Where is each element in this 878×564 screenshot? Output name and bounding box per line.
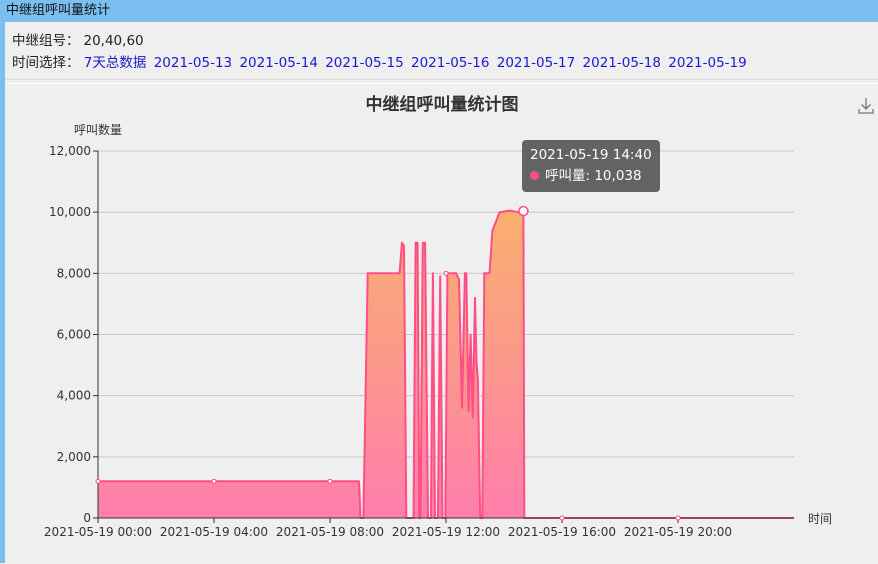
- tooltip-time: 2021-05-19 14:40: [530, 147, 652, 163]
- data-point: [675, 515, 681, 521]
- series-dot-icon: [530, 171, 539, 180]
- group-label: 中继组号：: [12, 33, 80, 49]
- chart-title: 中继组呼叫量统计图: [366, 94, 519, 115]
- time-row: 时间选择： 7天总数据 2021-05-13 2021-05-14 2021-0…: [12, 52, 750, 74]
- x-tick-label: 2021-05-19 16:00: [508, 525, 616, 539]
- tooltip-value-row: 呼叫量: 10,038: [530, 166, 652, 187]
- x-tick-label: 2021-05-19 00:00: [44, 525, 152, 539]
- data-point: [559, 515, 565, 521]
- chart-container: 中继组呼叫量统计图 呼叫数量 时间 0 2,000 4,000 6,000 8,000 1…: [6, 83, 878, 564]
- chart-tooltip: 2021-05-19 14:40 呼叫量: 10,038: [522, 140, 660, 192]
- y-tick-label: 4,000: [57, 389, 91, 403]
- time-link-0517[interactable]: 2021-05-17: [497, 55, 575, 71]
- x-tick-label: 2021-05-19 20:00: [624, 525, 732, 539]
- series-line: [98, 209, 794, 519]
- time-link-0518[interactable]: 2021-05-18: [583, 55, 661, 71]
- divider: [5, 79, 878, 80]
- x-tick-label: 2021-05-19 04:00: [160, 525, 268, 539]
- group-row: 中继组号： 20,40,60: [12, 30, 750, 52]
- x-axis-label: 时间: [808, 512, 832, 526]
- hover-point: [518, 205, 529, 217]
- time-link-0514[interactable]: 2021-05-14: [239, 55, 317, 71]
- time-link-0513[interactable]: 2021-05-13: [154, 55, 232, 71]
- data-point: [95, 478, 101, 484]
- info-panel: 中继组号： 20,40,60 时间选择： 7天总数据 2021-05-13 202…: [12, 30, 750, 74]
- time-link-0519[interactable]: 2021-05-19: [668, 55, 746, 71]
- time-label: 时间选择：: [12, 55, 80, 71]
- y-tick-label: 0: [83, 511, 91, 525]
- y-tick-label: 2,000: [57, 450, 91, 464]
- time-link-7days[interactable]: 7天总数据: [84, 55, 147, 71]
- download-icon[interactable]: [858, 98, 874, 114]
- x-tick-label: 2021-05-19 08:00: [276, 525, 384, 539]
- x-tick-label: 2021-05-19 12:00: [392, 525, 500, 539]
- y-tick-label: 10,000: [49, 205, 91, 219]
- group-value: 20,40,60: [83, 33, 144, 49]
- y-tick-label: 8,000: [57, 266, 91, 280]
- tooltip-series: 呼叫量: [545, 168, 586, 184]
- time-link-0516[interactable]: 2021-05-16: [411, 55, 489, 71]
- y-axis-label: 呼叫数量: [74, 122, 122, 137]
- data-point: [211, 478, 217, 484]
- y-tick-label: 6,000: [57, 328, 91, 342]
- tooltip-value: 10,038: [594, 168, 642, 184]
- data-point: [443, 270, 449, 276]
- left-frame-edge: [0, 22, 5, 563]
- chart-svg: 中继组呼叫量统计图 呼叫数量 时间 0 2,000 4,000 6,000 8,000 1…: [44, 94, 874, 539]
- y-tick-label: 12,000: [49, 144, 91, 158]
- window-title: 中继组呼叫量统计: [0, 0, 878, 22]
- data-point: [327, 478, 333, 484]
- time-link-0515[interactable]: 2021-05-15: [325, 55, 403, 71]
